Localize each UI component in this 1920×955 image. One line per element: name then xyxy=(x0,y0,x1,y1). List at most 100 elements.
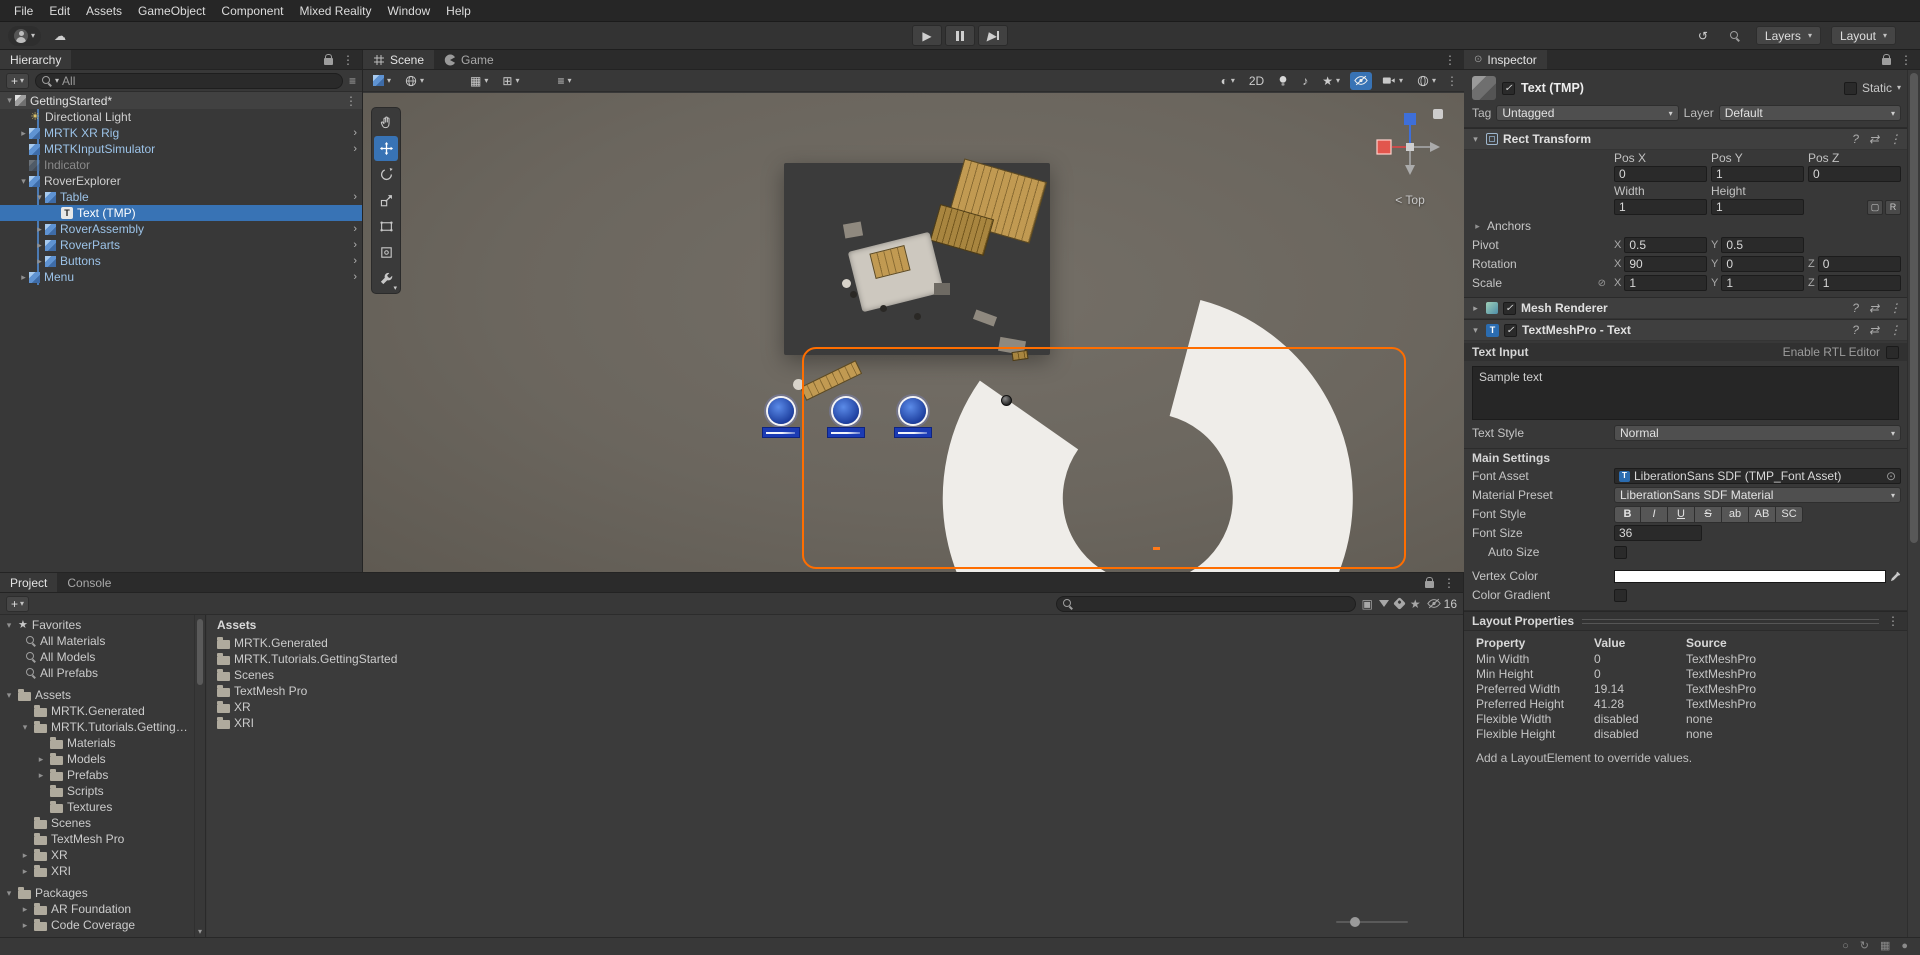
hierarchy-item-indicator[interactable]: Indicator xyxy=(0,157,362,173)
font-size-field[interactable]: 36 xyxy=(1614,525,1702,541)
open-prefab-icon[interactable]: › xyxy=(353,239,357,251)
scrollbar-thumb[interactable] xyxy=(1910,73,1918,543)
blueprint-mode-button[interactable]: ▢ xyxy=(1867,200,1883,215)
static-dropdown-icon[interactable]: ▾ xyxy=(1897,84,1901,92)
preset-icon[interactable]: ⇄ xyxy=(1869,302,1879,314)
scene-filter-icon[interactable]: ≡ xyxy=(349,75,356,87)
menu-component[interactable]: Component xyxy=(213,0,291,22)
preset-icon[interactable]: ⇄ xyxy=(1869,133,1879,145)
rotation-z-field[interactable]: 0 xyxy=(1818,256,1901,272)
foldout-icon[interactable]: ▸ xyxy=(20,904,30,915)
packages-root[interactable]: ▾ Packages xyxy=(0,885,205,901)
strikethrough-button[interactable]: S xyxy=(1695,506,1722,523)
font-asset-field[interactable]: T LiberationSans SDF (TMP_Font Asset) ⊙ xyxy=(1614,468,1901,484)
open-prefab-icon[interactable]: › xyxy=(353,127,357,139)
foldout-icon[interactable]: ▾ xyxy=(20,722,30,733)
scene-view-menu-icon[interactable]: ⋮ xyxy=(1446,75,1458,87)
open-prefab-icon[interactable]: › xyxy=(353,191,357,203)
menu-edit[interactable]: Edit xyxy=(41,0,78,22)
folder-scenes[interactable]: Scenes xyxy=(0,815,205,831)
help-icon[interactable]: ? xyxy=(1852,133,1859,145)
gizmos-dropdown[interactable]: ▾ xyxy=(1413,72,1440,90)
status-notification-icon[interactable]: ● xyxy=(1901,941,1908,952)
lock-icon[interactable] xyxy=(324,58,333,65)
folder-materials[interactable]: Materials xyxy=(0,735,205,751)
grid-visibility-dropdown[interactable]: ▦▾ xyxy=(466,72,492,90)
preset-icon[interactable]: ⇄ xyxy=(1869,324,1879,336)
bold-button[interactable]: B xyxy=(1614,506,1641,523)
hierarchy-item-rover-explorer[interactable]: ▾ RoverExplorer xyxy=(0,173,362,189)
hierarchy-item-rover-parts[interactable]: ▸ RoverParts › xyxy=(0,237,362,253)
hierarchy-item-rover-assembly[interactable]: ▸ RoverAssembly › xyxy=(0,221,362,237)
object-picker-icon[interactable]: ⊙ xyxy=(1886,470,1896,482)
foldout-icon[interactable]: ▾ xyxy=(34,192,45,203)
shading-mode-dropdown[interactable]: ◐▾ xyxy=(1217,72,1239,90)
asset-xri[interactable]: XRI xyxy=(207,715,1463,731)
project-search-input[interactable] xyxy=(1076,597,1349,611)
layers-dropdown[interactable]: Layers ▾ xyxy=(1756,26,1821,45)
pos-y-field[interactable]: 1 xyxy=(1711,166,1804,182)
scene-viewport[interactable]: ▾ < Top xyxy=(363,93,1464,572)
tool-settings-dropdown[interactable]: ▾ xyxy=(369,72,395,90)
foldout-icon[interactable]: ▸ xyxy=(18,128,29,139)
asset-scenes[interactable]: Scenes xyxy=(207,667,1463,683)
status-refresh-icon[interactable]: ↻ xyxy=(1860,941,1869,952)
tab-hierarchy[interactable]: Hierarchy xyxy=(0,50,71,69)
2d-toggle[interactable]: 2D xyxy=(1245,72,1268,90)
scene-menu-icon[interactable]: ⋮ xyxy=(345,95,357,107)
foldout-icon[interactable]: ▸ xyxy=(34,240,45,251)
foldout-icon[interactable]: ▸ xyxy=(20,866,30,877)
move-tool-button[interactable] xyxy=(374,136,398,161)
favorite-all-models[interactable]: All Models xyxy=(0,649,205,665)
tab-project[interactable]: Project xyxy=(0,573,57,592)
tab-game[interactable]: Game xyxy=(434,50,504,69)
panel-menu-icon[interactable]: ⋮ xyxy=(1900,54,1912,66)
open-prefab-icon[interactable]: › xyxy=(353,223,357,235)
effects-dropdown[interactable]: ★▾ xyxy=(1318,72,1344,90)
orientation-dropdown[interactable]: ▾ xyxy=(401,72,428,90)
pressable-button[interactable] xyxy=(768,398,794,424)
asset-mrtk-generated[interactable]: MRTK.Generated xyxy=(207,635,1463,651)
hierarchy-item-buttons[interactable]: ▸ Buttons › xyxy=(0,253,362,269)
help-icon[interactable]: ? xyxy=(1852,302,1859,314)
rect-tool-button[interactable] xyxy=(374,214,398,239)
foldout-icon[interactable]: ▾ xyxy=(18,176,29,187)
favorite-all-prefabs[interactable]: All Prefabs xyxy=(0,665,205,681)
object-name[interactable]: Text (TMP) xyxy=(1521,81,1584,95)
folder-prefabs[interactable]: ▸Prefabs xyxy=(0,767,205,783)
height-field[interactable]: 1 xyxy=(1711,199,1804,215)
hierarchy-item-mrtk-input-simulator[interactable]: MRTKInputSimulator › xyxy=(0,141,362,157)
custom-tool-button[interactable]: ▾ xyxy=(374,266,398,291)
search-options-icon[interactable]: ▣ xyxy=(1362,598,1373,610)
hierarchy-search[interactable]: ▾ xyxy=(35,73,343,89)
rtl-checkbox[interactable] xyxy=(1886,346,1899,359)
raw-edit-mode-button[interactable]: R xyxy=(1885,200,1901,215)
hierarchy-scene-row[interactable]: ▾ GettingStarted* ⋮ xyxy=(0,92,362,109)
foldout-icon[interactable]: ▸ xyxy=(1470,303,1481,314)
filter-by-label-icon[interactable] xyxy=(1393,597,1406,610)
hierarchy-item-directional-light[interactable]: ☀ Directional Light xyxy=(0,109,362,125)
cloud-services-button[interactable]: ☁ xyxy=(49,26,71,46)
hierarchy-search-input[interactable] xyxy=(62,74,336,88)
status-grid-icon[interactable]: ▦ xyxy=(1880,941,1890,952)
foldout-icon[interactable]: ▸ xyxy=(36,754,46,765)
scale-y-field[interactable]: 1 xyxy=(1721,275,1804,291)
textmeshpro-header[interactable]: ▾ T ✓ TextMeshPro - Text ? ⇄ ⋮ xyxy=(1464,319,1907,341)
favorite-all-materials[interactable]: All Materials xyxy=(0,633,205,649)
rotation-x-field[interactable]: 90 xyxy=(1624,256,1707,272)
foldout-icon[interactable]: ▸ xyxy=(34,256,45,267)
folder-mrtk-generated[interactable]: MRTK.Generated xyxy=(0,703,205,719)
tag-dropdown[interactable]: Untagged▾ xyxy=(1496,105,1678,121)
slider-knob[interactable] xyxy=(1350,917,1360,927)
foldout-icon[interactable]: ▸ xyxy=(34,224,45,235)
panel-menu-icon[interactable]: ⋮ xyxy=(342,54,354,66)
asset-textmesh-pro[interactable]: TextMesh Pro xyxy=(207,683,1463,699)
eyedropper-icon[interactable] xyxy=(1890,571,1901,582)
undo-history-button[interactable]: ↺ xyxy=(1692,26,1714,46)
tab-console[interactable]: Console xyxy=(57,573,121,592)
foldout-icon[interactable]: ▸ xyxy=(18,272,29,283)
snap-settings-dropdown[interactable]: ⊞▾ xyxy=(498,72,523,90)
pivot-gizmo[interactable] xyxy=(1001,395,1012,406)
account-button[interactable]: ▾ xyxy=(8,26,41,46)
foldout-icon[interactable]: ▾ xyxy=(4,620,14,631)
